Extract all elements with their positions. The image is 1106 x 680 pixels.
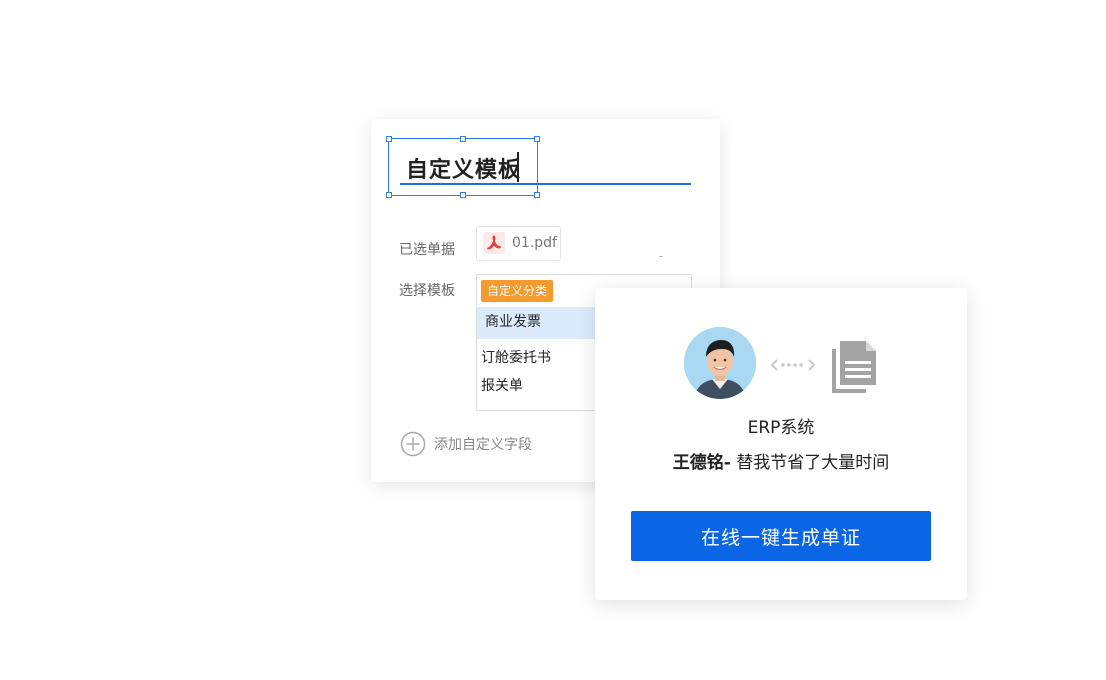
quote-text: 替我节省了大量时间 [730,453,890,473]
option-label: 订舱委托书 [481,350,551,366]
add-custom-field-button[interactable]: 添加自定义字段 [400,431,532,457]
resize-handle-top-left[interactable] [386,136,392,142]
testimonial-card: ERP系统 王德铭- 替我节省了大量时间 在线一键生成单证 [595,288,967,600]
plus-circle-icon [400,431,426,457]
erp-system-label: ERP系统 [747,418,815,438]
resize-handle-top-right[interactable] [534,136,540,142]
page: 自定义模板 已选单据 01.pdf 选择模板 自定义分类 商业发票 订舱委托书 … [0,0,1106,680]
resize-handle-bottom-right[interactable] [534,192,540,198]
avatar [684,327,756,399]
resize-handle-bottom-left[interactable] [386,192,392,198]
resize-grip [659,256,663,257]
document-icon [832,341,876,393]
resize-handle-bottom[interactable] [460,192,466,198]
sync-arrows-icon [771,359,815,371]
title-underline [400,183,691,185]
option-label: 商业发票 [485,314,541,330]
add-field-label: 添加自定义字段 [434,437,532,453]
text-caret [517,152,519,182]
resize-handle-top[interactable] [460,136,466,142]
person-name: 王德铭- [672,453,731,473]
file-name: 01.pdf [512,235,557,251]
selected-docs-label: 已选单据 [399,242,455,258]
category-tag[interactable]: 自定义分类 [481,280,554,302]
choose-template-label: 选择模板 [399,283,455,299]
generate-documents-button[interactable]: 在线一键生成单证 [631,511,931,561]
option-label: 报关单 [481,378,523,394]
pdf-icon [483,232,505,254]
file-chip[interactable]: 01.pdf [476,226,561,261]
template-title-input[interactable]: 自定义模板 [406,152,521,184]
testimonial-quote: 王德铭- 替我节省了大量时间 [595,448,967,473]
